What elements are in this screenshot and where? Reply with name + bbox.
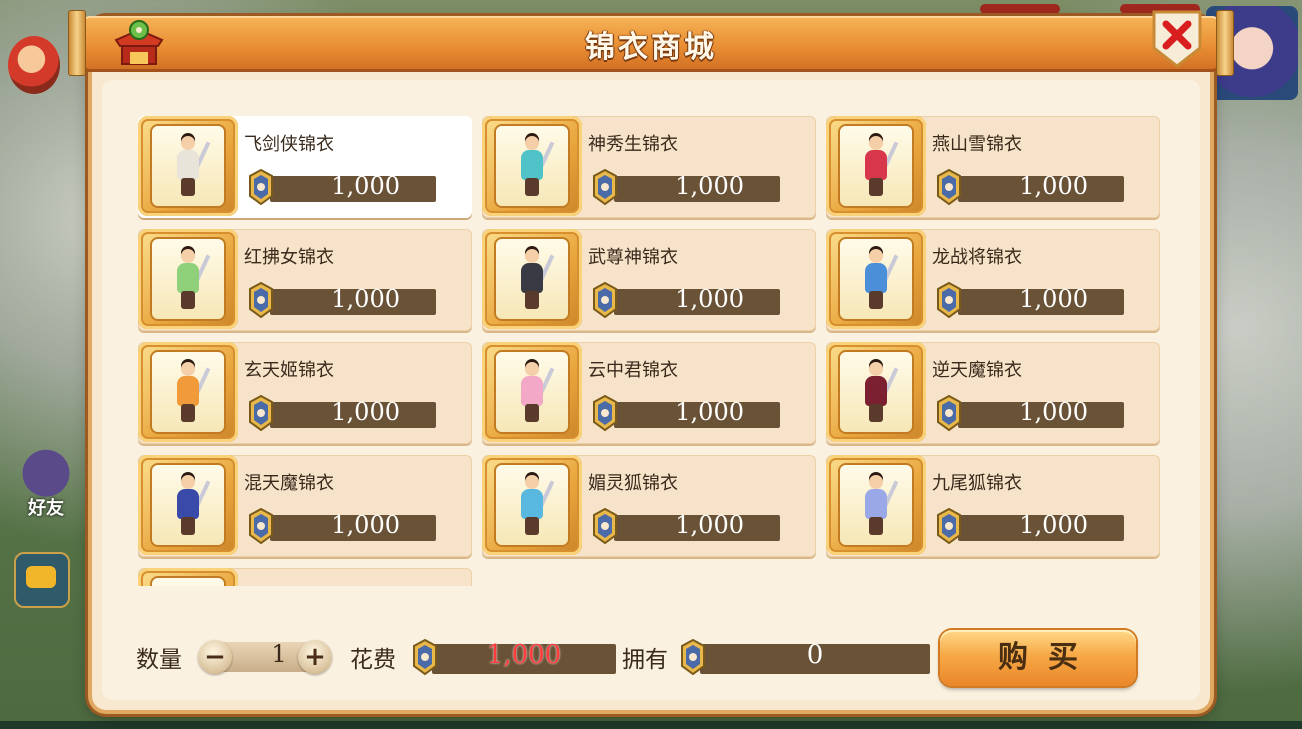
cost-label: 花费 [350, 647, 396, 673]
shop-item-card[interactable]: 武尊神锦衣 1,000 [482, 229, 816, 331]
item-price: 1,000 [1019, 511, 1088, 539]
minus-button[interactable]: − [198, 640, 232, 674]
character-portrait [840, 352, 912, 432]
character-portrait [840, 239, 912, 319]
character-portrait [152, 465, 224, 545]
quantity-label: 数量 [136, 647, 182, 673]
item-thumbnail [826, 116, 926, 216]
shop-item-card[interactable]: 媚灵狐锦衣 1,000 [482, 455, 816, 557]
quantity-value[interactable]: 1 [264, 640, 294, 668]
item-thumbnail [138, 342, 238, 442]
item-price: 1,000 [331, 398, 400, 426]
owned-value: 0 [806, 640, 824, 670]
title-bar: 锦衣商城 [68, 10, 1234, 76]
item-thumbnail [826, 229, 926, 329]
character-portrait [840, 465, 912, 545]
chat-icon[interactable] [14, 552, 70, 608]
item-price: 1,000 [1019, 285, 1088, 313]
shop-item-card[interactable]: 云中君锦衣 1,000 [482, 342, 816, 444]
character-portrait [496, 352, 568, 432]
item-name: 武尊神锦衣 [588, 247, 678, 268]
plus-button[interactable]: + [298, 640, 332, 674]
friend-label: 好友 [28, 498, 64, 519]
item-grid: 飞剑侠锦衣 1,000 神秀生锦衣 1,000 燕山雪锦衣 1,000 红拂女锦衣 1,000… [138, 116, 1168, 586]
item-name: 燕山雪锦衣 [932, 134, 1022, 155]
item-name: 神秀生锦衣 [588, 134, 678, 155]
item-name: 龙战将锦衣 [932, 247, 1022, 268]
item-name: 媚灵狐锦衣 [588, 473, 678, 494]
character-portrait [152, 126, 224, 206]
buy-button[interactable]: 购买 [940, 630, 1136, 686]
shop-item-card[interactable]: 玄天姬锦衣 1,000 [138, 342, 472, 444]
item-thumbnail [482, 342, 582, 442]
cost-value: 1,000 [486, 640, 562, 670]
shop-item-card[interactable]: 龙战将锦衣 1,000 [826, 229, 1160, 331]
item-thumbnail [826, 455, 926, 555]
item-price: 1,000 [331, 511, 400, 539]
shop-item-card[interactable]: 混天魔锦衣 1,000 [138, 455, 472, 557]
shop-item-card[interactable]: 飞剑侠锦衣 1,000 [138, 116, 472, 218]
shop-item-card[interactable]: 燕山雪锦衣 1,000 [826, 116, 1160, 218]
shop-content: 飞剑侠锦衣 1,000 神秀生锦衣 1,000 燕山雪锦衣 1,000 红拂女锦衣 1,000… [102, 80, 1200, 700]
character-portrait [152, 352, 224, 432]
item-price: 1,000 [331, 285, 400, 313]
shop-item-card[interactable]: 逆天魔锦衣 1,000 [826, 342, 1160, 444]
item-name: 红拂女锦衣 [244, 247, 334, 268]
mascot-icon[interactable] [8, 36, 60, 94]
item-price: 1,000 [675, 285, 744, 313]
item-name: 飞剑侠锦衣 [244, 134, 334, 155]
item-thumbnail [138, 229, 238, 329]
character-portrait [496, 126, 568, 206]
close-button[interactable] [1150, 8, 1204, 70]
shop-item-card[interactable]: 红拂女锦衣 1,000 [138, 229, 472, 331]
item-name: 逆天魔锦衣 [932, 360, 1022, 381]
item-thumbnail [482, 229, 582, 329]
item-thumbnail [138, 455, 238, 555]
character-portrait [496, 239, 568, 319]
item-thumbnail [482, 455, 582, 555]
bottom-strip [0, 721, 1302, 729]
item-price: 1,000 [675, 511, 744, 539]
item-price: 1,000 [1019, 398, 1088, 426]
character-portrait [840, 126, 912, 206]
wardrobe-shop-dialog: 锦衣商城 飞剑侠锦衣 1,000 神秀生锦衣 1,000 燕山雪锦衣 1,000 红拂女锦衣… [68, 10, 1234, 710]
character-portrait [496, 465, 568, 545]
item-name: 混天魔锦衣 [244, 473, 334, 494]
character-portrait [152, 239, 224, 319]
item-price: 1,000 [1019, 172, 1088, 200]
item-thumbnail [138, 568, 238, 586]
character-portrait [152, 578, 224, 586]
item-name: 玄天姬锦衣 [244, 360, 334, 381]
dialog-title: 锦衣商城 [585, 30, 717, 65]
shop-item-card[interactable] [138, 568, 472, 586]
shop-item-card[interactable]: 九尾狐锦衣 1,000 [826, 455, 1160, 557]
item-thumbnail [482, 116, 582, 216]
shop-item-card[interactable]: 神秀生锦衣 1,000 [482, 116, 816, 218]
item-name: 九尾狐锦衣 [932, 473, 1022, 494]
item-thumbnail [138, 116, 238, 216]
item-price: 1,000 [675, 398, 744, 426]
owned-label: 拥有 [622, 647, 668, 673]
purchase-bar: 数量 − 1 + 花费 1,000 拥有 0 购买 [102, 620, 1200, 690]
item-price: 1,000 [675, 172, 744, 200]
item-name: 云中君锦衣 [588, 360, 678, 381]
item-price: 1,000 [331, 172, 400, 200]
item-thumbnail [826, 342, 926, 442]
